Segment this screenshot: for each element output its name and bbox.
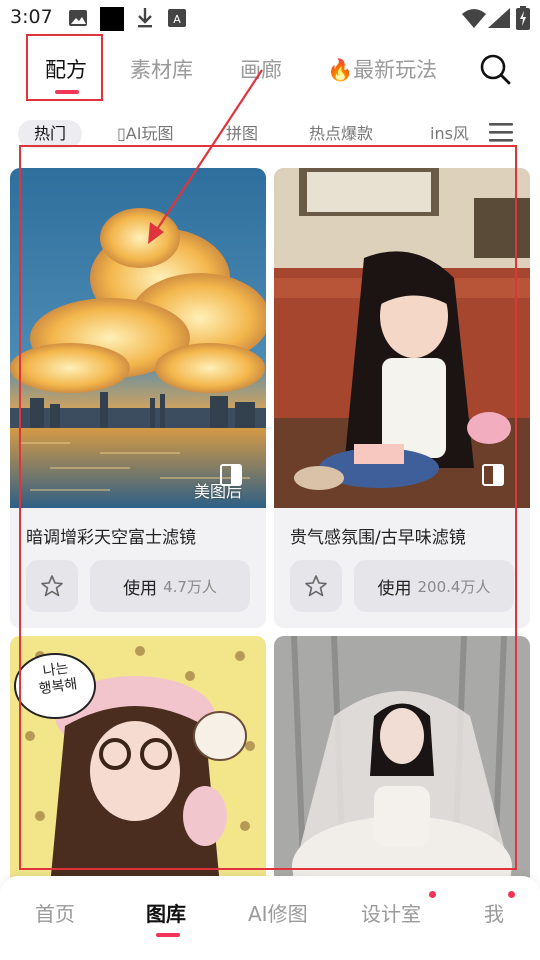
download-icon — [138, 8, 152, 28]
black-square-icon — [100, 7, 124, 31]
before-after-icon[interactable] — [220, 464, 242, 486]
svg-text:A: A — [173, 13, 181, 26]
recipe-card-bride[interactable] — [274, 636, 530, 886]
bottom-navigation: 首页 图库 AI修图 设计室 我 — [0, 876, 540, 960]
menu-icon[interactable] — [489, 120, 513, 144]
chip-trending[interactable]: 热点爆款 — [309, 120, 373, 148]
card-thumbnail-cafe[interactable] — [274, 168, 530, 508]
use-label: 使用 — [377, 578, 412, 599]
notification-badge — [508, 891, 515, 898]
tab-material-library[interactable]: 素材库 — [130, 54, 193, 84]
nav-home[interactable]: 首页 — [35, 898, 75, 927]
chip-ai-play[interactable]: ▯AI玩图 — [117, 120, 173, 148]
card-title: 贵气感氛围/古早味滤镜 — [290, 528, 466, 548]
active-tab-indicator — [55, 90, 79, 94]
notification-badge — [429, 891, 436, 898]
image-icon — [69, 10, 87, 26]
star-icon — [41, 575, 63, 597]
use-filter-button[interactable]: 使用 4.7万人 — [90, 560, 250, 612]
nav-design-room[interactable]: 设计室 — [361, 898, 421, 927]
sticker-text: 나는 행복해 — [37, 660, 79, 698]
top-tab-bar: 配方 素材库 画廊 🔥最新玩法 — [0, 36, 540, 104]
favorite-button[interactable] — [290, 560, 342, 612]
before-after-icon[interactable] — [482, 464, 504, 486]
card-title: 暗调增彩天空富士滤镜 — [26, 528, 196, 548]
card-thumbnail-sky[interactable] — [10, 168, 266, 508]
chip-collage[interactable]: 拼图 — [226, 120, 258, 148]
use-count: 4.7万人 — [163, 577, 217, 596]
nav-gallery[interactable]: 图库 — [146, 898, 186, 927]
status-time: 3:07 — [10, 6, 53, 28]
tab-gallery[interactable]: 画廊 — [240, 54, 282, 84]
search-icon[interactable] — [478, 52, 514, 88]
nav-ai-retouch[interactable]: AI修图 — [248, 898, 308, 927]
recipe-card-polka[interactable]: 나는 행복해 — [10, 636, 266, 886]
signal-icon — [488, 8, 510, 28]
tab-latest-gameplay[interactable]: 🔥最新玩法 — [327, 54, 437, 84]
card-thumbnail-bride[interactable] — [274, 636, 530, 886]
star-icon — [305, 575, 327, 597]
tab-recipe[interactable]: 配方 — [45, 54, 87, 84]
chip-ins-style[interactable]: ins风 — [430, 120, 472, 148]
active-nav-indicator — [156, 933, 180, 937]
use-label: 使用 — [123, 578, 158, 599]
chip-hot[interactable]: 热门 — [18, 120, 83, 148]
nav-me[interactable]: 我 — [484, 898, 504, 927]
status-bar: 3:07 A — [0, 0, 540, 36]
recipe-card-cafe[interactable]: 贵气感氛围/古早味滤镜 使用 200.4万人 — [274, 168, 530, 628]
battery-charging-icon — [516, 6, 530, 30]
favorite-button[interactable] — [26, 560, 78, 612]
use-filter-button[interactable]: 使用 200.4万人 — [354, 560, 514, 612]
recipe-card-sky[interactable]: 美图后 暗调增彩天空富士滤镜 使用 4.7万人 — [10, 168, 266, 628]
use-count: 200.4万人 — [417, 577, 491, 596]
wifi-icon — [462, 9, 486, 28]
a-box-icon: A — [168, 9, 186, 27]
